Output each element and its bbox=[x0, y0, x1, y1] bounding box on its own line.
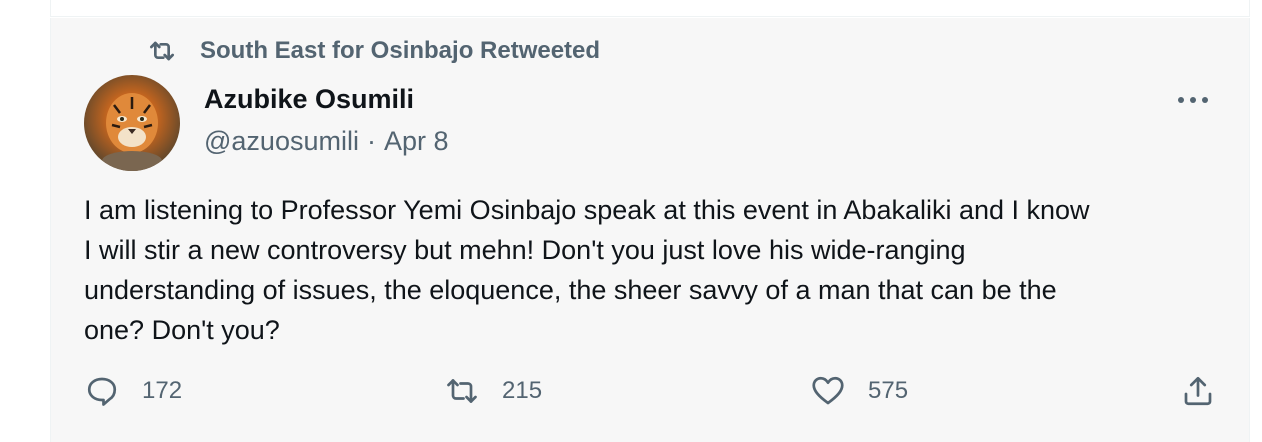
tweet-text: I am listening to Professor Yemi Osinbaj… bbox=[84, 190, 1214, 350]
tweet-line: understanding of issues, the eloquence, … bbox=[84, 275, 1057, 305]
tweet-card[interactable]: South East for Osinbajo Retweeted Azubik… bbox=[50, 18, 1250, 442]
retweet-label: South East for Osinbajo Retweeted bbox=[200, 37, 601, 64]
retweet-count: 215 bbox=[502, 377, 543, 404]
author-name[interactable]: Azubike Osumili bbox=[204, 84, 414, 115]
share-icon bbox=[1180, 373, 1216, 409]
avatar[interactable] bbox=[84, 75, 180, 171]
like-count: 575 bbox=[868, 377, 909, 404]
author-handle[interactable]: @azuosumili bbox=[204, 126, 359, 157]
retweet-button[interactable]: 215 bbox=[444, 371, 542, 411]
more-dots-icon bbox=[1176, 94, 1210, 106]
like-button[interactable]: 575 bbox=[810, 371, 908, 411]
share-button[interactable] bbox=[1180, 373, 1216, 409]
heart-icon bbox=[810, 373, 846, 409]
tweet-line: I am listening to Professor Yemi Osinbaj… bbox=[84, 195, 1090, 225]
reply-icon bbox=[84, 373, 120, 409]
reply-count: 172 bbox=[142, 377, 183, 404]
more-options-button[interactable] bbox=[1169, 80, 1217, 120]
tweet-line: one? Don't you? bbox=[84, 315, 280, 345]
meta-separator: · bbox=[366, 126, 376, 156]
reply-button[interactable]: 172 bbox=[84, 371, 182, 411]
retweet-action-icon bbox=[444, 373, 480, 409]
tweet-line: I will stir a new controversy but mehn! … bbox=[84, 235, 966, 265]
tweet-date[interactable]: Apr 8 bbox=[384, 126, 449, 157]
previous-tweet-card bbox=[50, 0, 1250, 17]
tweet-actions: 172 215 575 bbox=[84, 371, 1224, 411]
retweet-context[interactable]: South East for Osinbajo Retweeted bbox=[146, 36, 600, 66]
author-meta: @azuosumili · Apr 8 bbox=[204, 126, 449, 157]
retweet-icon bbox=[146, 35, 178, 67]
